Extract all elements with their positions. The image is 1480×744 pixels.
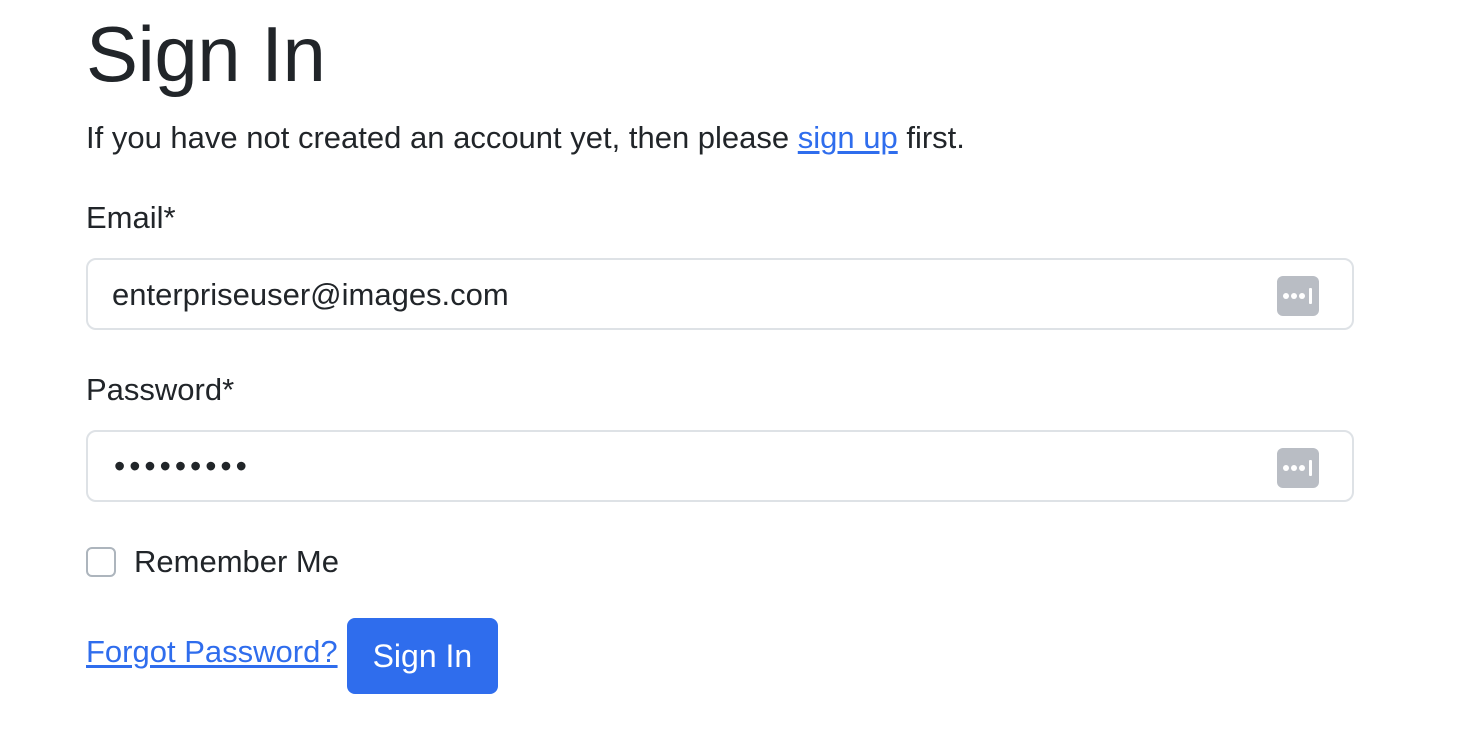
remember-me-label[interactable]: Remember Me <box>134 544 339 580</box>
password-manager-key-icon[interactable] <box>1277 448 1319 488</box>
sign-up-link[interactable]: sign up <box>798 120 898 155</box>
email-label: Email* <box>86 200 176 235</box>
form-actions: Forgot Password? Sign In <box>86 618 499 694</box>
remember-me-checkbox[interactable] <box>86 547 116 577</box>
sign-in-button[interactable]: Sign In <box>346 618 499 694</box>
intro-text-after: first. <box>897 120 965 155</box>
email-value: enterpriseuser@images.com <box>112 277 509 312</box>
intro-text-before: If you have not created an account yet, … <box>86 120 798 155</box>
password-label: Password* <box>86 372 235 407</box>
email-field[interactable]: enterpriseuser@images.com <box>86 258 1354 330</box>
password-manager-key-icon[interactable] <box>1277 276 1319 316</box>
page-title: Sign In <box>86 10 326 98</box>
password-field[interactable]: ••••••••• <box>86 430 1354 502</box>
intro-text: If you have not created an account yet, … <box>86 118 965 158</box>
password-masked-value: ••••••••• <box>114 448 251 484</box>
forgot-password-link[interactable]: Forgot Password? <box>86 632 338 672</box>
remember-me-row: Remember Me <box>86 544 339 580</box>
